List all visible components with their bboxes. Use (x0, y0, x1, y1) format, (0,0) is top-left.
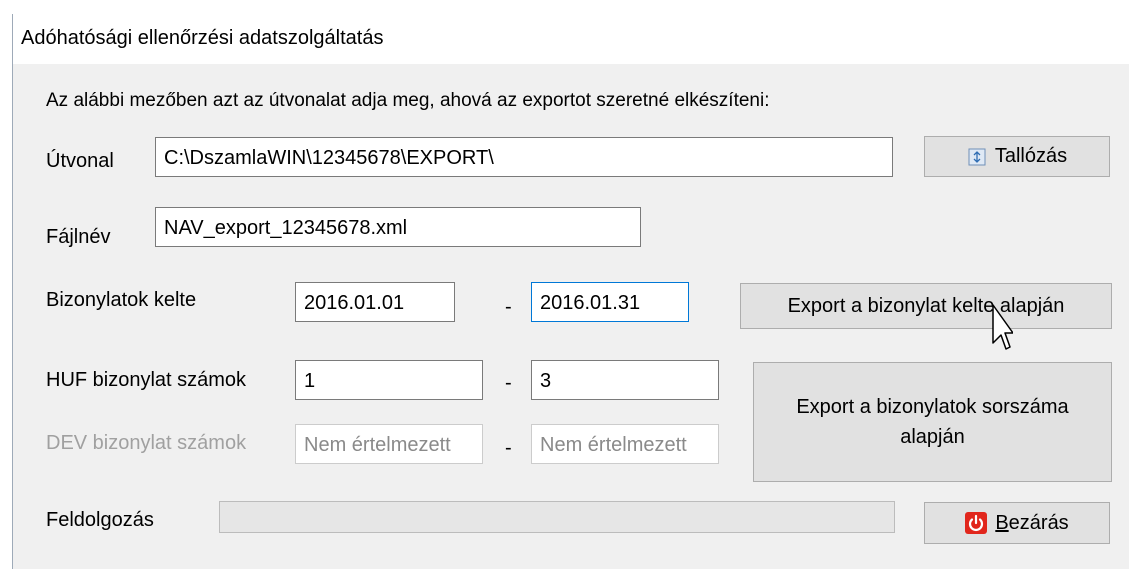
dev-from-input: Nem értelmezett (295, 424, 483, 464)
browse-button-label: Tallózás (994, 145, 1068, 167)
browse-button[interactable]: Tallózás (924, 136, 1110, 177)
export-by-date-button[interactable]: Export a bizonylat kelte alapján (740, 283, 1112, 329)
instruction-text: Az alábbi mezőben azt az útvonalat adja … (46, 90, 770, 111)
export-by-number-button[interactable]: Export a bizonylatok sorszáma alapján (753, 362, 1112, 482)
dialog-window: Adóhatósági ellenőrzési adatszolgáltatás… (12, 14, 1129, 569)
filename-input[interactable]: NAV_export_12345678.xml (155, 207, 641, 247)
window-title: Adóhatósági ellenőrzési adatszolgáltatás (21, 27, 384, 49)
processing-label: Feldolgozás (46, 509, 154, 531)
power-icon (965, 512, 988, 534)
huf-separator: - (505, 372, 512, 394)
huf-numbers-label: HUF bizonylat számok (46, 369, 247, 391)
dev-to-input: Nem értelmezett (531, 424, 719, 464)
filename-label: Fájlnév (46, 226, 111, 248)
huf-to-input[interactable]: 3 (531, 360, 719, 400)
dates-separator: - (505, 296, 512, 318)
export-by-number-line2: alapján (900, 426, 965, 448)
huf-from-input[interactable]: 1 (295, 360, 483, 400)
date-to-input[interactable]: 2016.01.31 (531, 282, 689, 322)
dev-separator: - (505, 437, 512, 459)
close-button-label: Bezárás (995, 511, 1069, 534)
dates-label: Bizonylatok kelte (46, 289, 197, 311)
export-by-number-line1: Export a bizonylatok sorszáma (796, 396, 1069, 418)
processing-progress-bar (219, 501, 895, 533)
path-input[interactable]: C:\DszamlaWIN\12345678\EXPORT\ (155, 137, 893, 177)
browse-icon (967, 147, 987, 167)
mouse-cursor-icon (991, 303, 1014, 360)
close-button[interactable]: Bezárás (924, 502, 1110, 544)
date-from-input[interactable]: 2016.01.01 (295, 282, 455, 322)
dev-numbers-label: DEV bizonylat számok (46, 432, 247, 454)
path-label: Útvonal (46, 150, 114, 172)
title-bar: Adóhatósági ellenőrzési adatszolgáltatás (13, 14, 1129, 64)
